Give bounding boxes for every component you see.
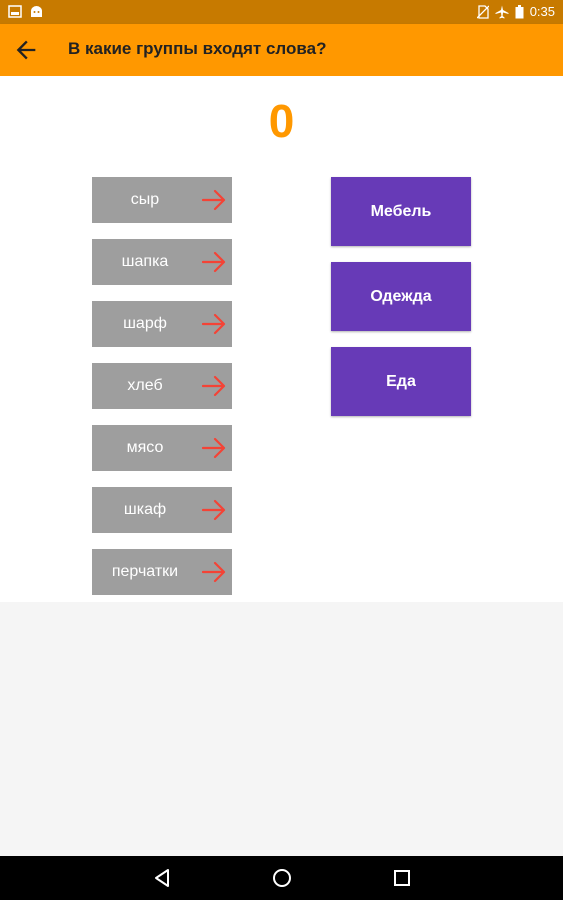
arrow-right-icon [202, 437, 226, 459]
word-label: перчатки [111, 563, 179, 580]
category-list: Мебель Одежда Еда [331, 177, 471, 432]
arrow-right-icon [202, 251, 226, 273]
android-icon [31, 6, 42, 17]
word-tile-gloves[interactable]: перчатки [92, 549, 232, 595]
arrow-right-icon [202, 561, 226, 583]
word-label: шарф [123, 315, 167, 332]
recents-square-icon [394, 870, 410, 886]
arrow-back-icon [16, 40, 36, 60]
word-tile-hat[interactable]: шапка [92, 239, 232, 285]
toolbar: В какие группы входят слова? [0, 24, 563, 76]
word-list: сыр шапка шарф хлеб мясо шкаф перчатки [92, 177, 232, 611]
word-label: мясо [126, 439, 164, 456]
navigation-bar [0, 856, 563, 900]
word-tile-meat[interactable]: мясо [92, 425, 232, 471]
status-bar: 0:35 [0, 0, 563, 24]
page-title: В какие группы входят слова? [68, 39, 327, 58]
game-area: 0 сыр шапка шарф хлеб мясо шкаф перчатки [0, 76, 563, 602]
arrow-right-icon [202, 313, 226, 335]
word-label: шкаф [123, 501, 167, 518]
word-label: хлеб [127, 377, 163, 394]
word-label: сыр [130, 191, 160, 208]
arrow-right-icon [202, 499, 226, 521]
status-time: 0:35 [529, 4, 555, 19]
nav-recents-button[interactable] [391, 867, 413, 889]
back-triangle-icon [155, 869, 169, 887]
no-sim-icon [476, 4, 489, 19]
word-tile-cheese[interactable]: сыр [92, 177, 232, 223]
category-clothes-button[interactable]: Одежда [331, 262, 471, 331]
arrow-right-icon [202, 375, 226, 397]
airplane-mode-icon [495, 5, 509, 18]
category-furniture-button[interactable]: Мебель [331, 177, 471, 246]
score-counter: 0 [268, 95, 295, 147]
word-tile-wardrobe[interactable]: шкаф [92, 487, 232, 533]
word-tile-scarf[interactable]: шарф [92, 301, 232, 347]
nav-back-button[interactable] [151, 867, 173, 889]
arrow-right-icon [202, 189, 226, 211]
nav-home-button[interactable] [271, 867, 293, 889]
back-button[interactable] [12, 36, 40, 64]
word-label: шапка [121, 253, 169, 270]
home-circle-icon [273, 869, 291, 887]
battery-icon [515, 4, 524, 18]
word-tile-bread[interactable]: хлеб [92, 363, 232, 409]
screenshot-icon [8, 5, 22, 18]
category-food-button[interactable]: Еда [331, 347, 471, 416]
